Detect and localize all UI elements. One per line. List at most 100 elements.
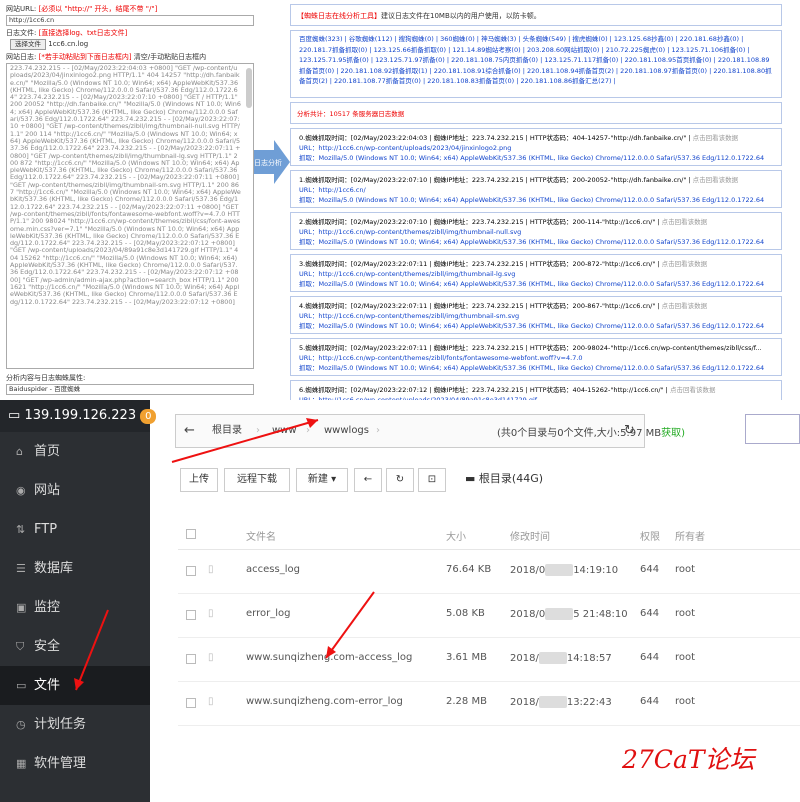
spider-log-tool: 网站URL: [必须以 "http://" 开头，结尾不带 "/"] http:… bbox=[0, 0, 800, 400]
url-input[interactable]: http://1cc6.cn bbox=[6, 15, 254, 26]
file-date: 2018/ bbox=[510, 697, 539, 708]
col-owner: 所有者 bbox=[675, 532, 705, 543]
entry-action-link[interactable]: 点击回看该数据 bbox=[693, 176, 739, 184]
log-input-panel: 网站URL: [必须以 "http://" 开头，结尾不带 "/"] http:… bbox=[6, 4, 254, 398]
file-name[interactable]: error_log bbox=[246, 608, 290, 619]
file-label: 日志文件: bbox=[6, 29, 37, 37]
sidebar-item-shield[interactable]: ⛉ 安全 bbox=[0, 627, 150, 666]
log-text: 223.74.232.215 - - [02/May/2023:22:04:03… bbox=[10, 64, 241, 306]
breadcrumb-wwwlogs[interactable]: wwwlogs bbox=[324, 415, 369, 447]
row-checkbox[interactable] bbox=[186, 610, 196, 620]
choose-file-button[interactable]: 选择文件 bbox=[10, 39, 46, 50]
breadcrumb-www[interactable]: www bbox=[272, 415, 297, 447]
row-checkbox[interactable] bbox=[186, 698, 196, 708]
log-entry: 4.蜘蛛抓取时间：[02/May/2023:22:07:11 | 蜘蛛IP地址：… bbox=[290, 296, 782, 334]
nav-menu: ⌂ 首页 ◉ 网站 ⇅ FTP ☰ 数据库 ▣ 监控 ⛉ 安全 ▭ 文件 ◷ 计划任务 ▦ 软件管理 bbox=[0, 432, 150, 783]
file-time: 14:18:57 bbox=[566, 653, 612, 664]
redacted-block bbox=[545, 564, 574, 576]
entry-url[interactable]: http://1cc6.cn/wp-content/themes/zibll/f… bbox=[318, 354, 582, 362]
upload-button[interactable]: 上传 bbox=[180, 468, 218, 492]
disk-info[interactable]: ▬ 根目录(44G) bbox=[465, 470, 543, 486]
col-modified[interactable]: 修改时间 bbox=[510, 528, 550, 543]
entry-action-link[interactable]: 点击回看该数据 bbox=[693, 134, 739, 142]
chevron-right-icon: › bbox=[256, 425, 260, 436]
file-size: 2.28 MB bbox=[446, 696, 487, 707]
sidebar-item-label: 软件管理 bbox=[34, 756, 87, 771]
entry-url[interactable]: http://1cc6.cn/wp-content/themes/zibll/i… bbox=[318, 312, 519, 320]
back-icon[interactable]: ← bbox=[354, 468, 382, 492]
disk-icon: ▬ bbox=[465, 472, 476, 485]
redacted-block bbox=[538, 652, 567, 664]
file-permission: 644 bbox=[640, 564, 660, 575]
table-row[interactable]: ▯ access_log 76.64 KB 2018/0 14:19:10 644 root bbox=[178, 550, 800, 594]
entry-url[interactable]: http://1cc6.cn/wp-content/themes/zibll/i… bbox=[318, 270, 515, 278]
file-time: 5 21:48:10 bbox=[573, 609, 628, 620]
log-label: 网站日志: bbox=[6, 53, 37, 61]
select-all-checkbox[interactable] bbox=[186, 529, 196, 539]
sidebar-item-home[interactable]: ⌂ 首页 bbox=[0, 432, 150, 471]
entry-header: 0.蜘蛛抓取时间：[02/May/2023:22:04:03 | 蜘蛛IP地址：… bbox=[299, 134, 691, 142]
sidebar-item-clock[interactable]: ◷ 计划任务 bbox=[0, 705, 150, 744]
sidebar: ▭ 139.199.126.223 0 ⌂ 首页 ◉ 网站 ⇅ FTP ☰ 数据库 ▣ 监控 ⛉ 安全 ▭… bbox=[0, 400, 157, 802]
entry-header: 1.蜘蛛抓取时间：[02/May/2023:22:07:10 | 蜘蛛IP地址：… bbox=[299, 176, 691, 184]
file-permission: 644 bbox=[640, 608, 660, 619]
col-name[interactable]: 文件名 bbox=[246, 528, 276, 543]
table-row[interactable]: ▯ www.sunqizheng.com-access_log 3.61 MB 201… bbox=[178, 638, 800, 682]
table-row[interactable]: ▯ error_log 5.08 KB 2018/0 5 21:48:10 644 root bbox=[178, 594, 800, 638]
entry-url-key: URL： bbox=[299, 312, 319, 320]
entry-header: 3.蜘蛛抓取时间：[02/May/2023:22:07:11 | 蜘蛛IP地址：… bbox=[299, 260, 660, 268]
sidebar-item-monitor[interactable]: ▣ 监控 bbox=[0, 588, 150, 627]
spider-type-select[interactable]: Baiduspider - 百度蜘蛛 bbox=[6, 384, 254, 395]
sidebar-item-apps[interactable]: ▦ 软件管理 bbox=[0, 744, 150, 783]
sidebar-item-label: 安全 bbox=[34, 639, 61, 654]
entry-url-key: URL： bbox=[299, 354, 319, 362]
notification-badge[interactable]: 0 bbox=[140, 409, 157, 424]
sidebar-item-label: 网站 bbox=[34, 483, 61, 498]
clock-icon: ◷ bbox=[16, 718, 26, 731]
row-checkbox[interactable] bbox=[186, 654, 196, 664]
entry-action-link[interactable]: 点击回看该数据 bbox=[662, 218, 708, 226]
log-hint: [*若手动粘贴到下面日志框内] bbox=[38, 53, 132, 61]
analyze-label: 日志分析 bbox=[254, 158, 282, 167]
log-scrollbar[interactable] bbox=[246, 68, 252, 108]
entry-header: 6.蜘蛛抓取时间：[02/May/2023:22:07:12 | 蜘蛛IP地址：… bbox=[299, 386, 668, 394]
entry-url[interactable]: http://1cc6.cn/wp-content/uploads/2023/0… bbox=[318, 144, 511, 152]
home-icon: ⌂ bbox=[16, 445, 23, 458]
col-size[interactable]: 大小 bbox=[446, 528, 466, 543]
analyze-arrow-button[interactable]: 日志分析 bbox=[254, 140, 290, 184]
back-arrow-icon[interactable]: ← bbox=[184, 415, 195, 447]
sidebar-item-ftp[interactable]: ⇅ FTP bbox=[0, 510, 150, 549]
disk-label: 根目录(44G) bbox=[478, 472, 544, 485]
sidebar-item-folder[interactable]: ▭ 文件 bbox=[0, 666, 150, 705]
sidebar-item-globe[interactable]: ◉ 网站 bbox=[0, 471, 150, 510]
entry-url[interactable]: http://1cc6.cn/wp-content/themes/zibll/i… bbox=[318, 228, 521, 236]
entry-action-link[interactable]: 点击回看该数据 bbox=[662, 260, 708, 268]
remote-download-button[interactable]: 远程下载 bbox=[224, 468, 290, 492]
table-row[interactable]: ▯ www.sunqizheng.com-error_log 2.28 MB 2018… bbox=[178, 682, 800, 726]
refresh-icon[interactable]: ↻ bbox=[386, 468, 414, 492]
watermark: 27CaT论坛 bbox=[622, 745, 755, 774]
file-size: 5.08 KB bbox=[446, 608, 485, 619]
breadcrumb-root[interactable]: 根目录 bbox=[212, 415, 242, 447]
new-dropdown-button[interactable]: 新建 ▾ bbox=[296, 468, 348, 492]
file-name[interactable]: www.sunqizheng.com-error_log bbox=[246, 696, 403, 707]
file-permission: 644 bbox=[640, 652, 660, 663]
server-ip-header: ▭ 139.199.126.223 0 bbox=[0, 400, 157, 432]
search-box[interactable] bbox=[745, 414, 800, 444]
log-textarea[interactable]: 223.74.232.215 - - [02/May/2023:22:04:03… bbox=[6, 63, 254, 369]
file-name[interactable]: access_log bbox=[246, 564, 300, 575]
file-name[interactable]: www.sunqizheng.com-access_log bbox=[246, 652, 412, 663]
sidebar-item-database[interactable]: ☰ 数据库 bbox=[0, 549, 150, 588]
monitor-icon: ▭ bbox=[8, 408, 21, 423]
terminal-icon[interactable]: ⊡ bbox=[418, 468, 446, 492]
database-icon: ☰ bbox=[16, 562, 26, 575]
entry-url[interactable]: http://1cc6.cn/ bbox=[318, 186, 365, 194]
file-date: 2018/0 bbox=[510, 565, 546, 576]
row-checkbox[interactable] bbox=[186, 566, 196, 576]
get-size-link[interactable]: 获取) bbox=[661, 428, 685, 439]
total-count: 分析共计：10517 条服务器日志数据 bbox=[290, 102, 782, 124]
clear-link[interactable]: 清空/手动粘贴日志框内 bbox=[134, 53, 206, 61]
entry-action-link[interactable]: 点击回看该数据 bbox=[670, 386, 716, 394]
entry-header: 5.蜘蛛抓取时间：[02/May/2023:22:07:11 | 蜘蛛IP地址：… bbox=[299, 344, 762, 352]
entry-action-link[interactable]: 点击回看该数据 bbox=[662, 302, 708, 310]
